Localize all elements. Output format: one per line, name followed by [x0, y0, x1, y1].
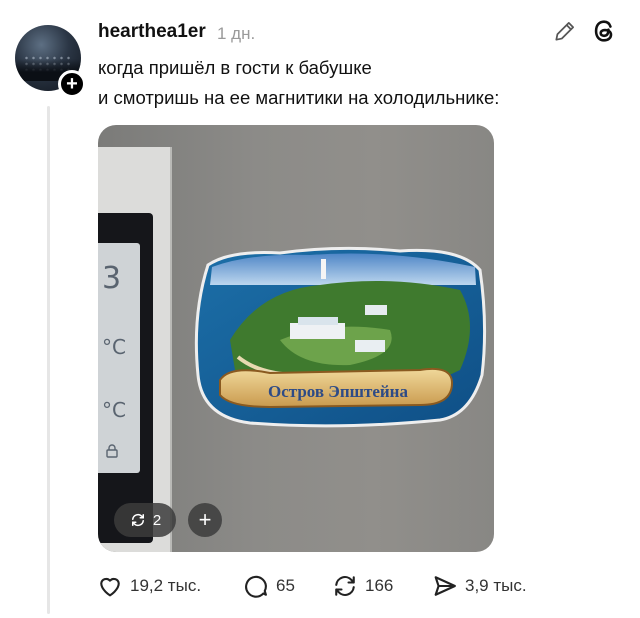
image-repost-button[interactable]: 2 — [114, 503, 176, 537]
post-actions: 19,2 тыс. 65 166 3,9 тыс. — [96, 570, 556, 602]
like-count: 19,2 тыс. — [130, 576, 202, 595]
repost-button[interactable]: 166 — [331, 570, 393, 602]
timestamp: 1 дн. — [217, 24, 256, 43]
follow-button[interactable]: + — [58, 70, 86, 98]
magnet-caption: Остров Эпштейна — [268, 382, 408, 401]
repost-icon — [335, 576, 355, 596]
fridge-display-unit: °C — [102, 335, 126, 359]
comment-count: 65 — [276, 576, 295, 595]
plus-icon: + — [198, 507, 212, 532]
post-text-line: и смотришь на ее магнитики на холодильни… — [98, 87, 500, 108]
post-text: когда пришёл в гости к бабушке и смотриш… — [98, 53, 499, 113]
repost-icon — [131, 513, 144, 527]
username[interactable]: hearthea1er — [98, 21, 206, 43]
fridge-display-unit: °C — [102, 398, 126, 422]
pencil-icon[interactable] — [552, 18, 578, 44]
share-count: 3,9 тыс. — [465, 576, 527, 595]
image-add-button[interactable]: + — [188, 503, 222, 537]
post-image[interactable]: 3 °C °C Остров Эпштейна 2 + — [98, 125, 494, 552]
heart-icon — [100, 577, 120, 597]
image-repost-count: 2 — [152, 511, 162, 529]
threads-icon[interactable] — [590, 17, 618, 45]
comment-bubble-icon — [245, 575, 267, 598]
fridge-display: 3 °C °C — [98, 243, 140, 473]
thread-line — [47, 106, 50, 614]
send-icon — [434, 576, 456, 596]
comment-button[interactable]: 65 — [242, 570, 295, 602]
lock-icon — [106, 444, 118, 458]
share-button[interactable]: 3,9 тыс. — [431, 570, 527, 602]
island-magnet: Остров Эпштейна — [194, 246, 487, 428]
fridge-display-digit: 3 — [102, 261, 122, 296]
repost-count: 166 — [365, 576, 394, 595]
plus-icon: + — [66, 73, 78, 95]
post-text-line: когда пришёл в гости к бабушке — [98, 57, 372, 78]
like-button[interactable]: 19,2 тыс. — [96, 570, 201, 602]
